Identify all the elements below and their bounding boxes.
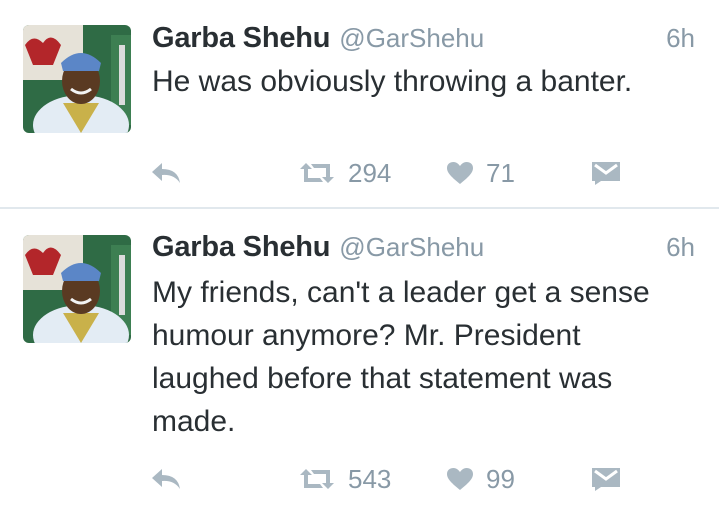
tweet[interactable]: Garba Shehu @GarShehu 6h He was obviousl… (0, 0, 719, 208)
retweet-count: 294 (348, 157, 392, 188)
tweet-actions: 543 99 (0, 459, 719, 499)
reply-button[interactable] (150, 459, 182, 499)
direct-message-button[interactable] (591, 153, 621, 193)
like-button[interactable]: 71 (446, 153, 515, 193)
tweet-text: My friends, can't a leader get a sense h… (152, 276, 650, 438)
retweet-icon (298, 467, 336, 491)
like-count: 71 (486, 157, 515, 188)
heart-icon (446, 161, 474, 185)
reply-icon (150, 467, 182, 491)
avatar[interactable] (23, 235, 131, 343)
tweet-header: Garba Shehu @GarShehu 6h (152, 22, 695, 55)
reply-button[interactable] (150, 153, 182, 193)
like-count: 99 (486, 463, 515, 494)
tweet[interactable]: Garba Shehu @GarShehu 6h My friends, can… (0, 209, 719, 510)
avatar[interactable] (23, 25, 131, 133)
timestamp[interactable]: 6h (666, 23, 695, 54)
retweet-count: 543 (348, 463, 392, 494)
direct-message-button[interactable] (591, 459, 621, 499)
like-button[interactable]: 99 (446, 459, 515, 499)
author-name[interactable]: Garba Shehu (152, 231, 330, 264)
author-handle[interactable]: @GarShehu (339, 23, 484, 54)
author-handle[interactable]: @GarShehu (339, 232, 484, 263)
envelope-icon (591, 160, 621, 186)
retweet-button[interactable]: 543 (298, 459, 391, 499)
heart-icon (446, 467, 474, 491)
envelope-icon (591, 466, 621, 492)
retweet-button[interactable]: 294 (298, 153, 391, 193)
retweet-icon (298, 161, 336, 185)
tweet-header: Garba Shehu @GarShehu 6h (152, 231, 695, 264)
tweet-actions: 294 71 (0, 153, 719, 193)
author-name[interactable]: Garba Shehu (152, 22, 330, 55)
tweet-text: He was obviously throwing a banter. (152, 65, 633, 98)
reply-icon (150, 161, 182, 185)
timestamp[interactable]: 6h (666, 232, 695, 263)
